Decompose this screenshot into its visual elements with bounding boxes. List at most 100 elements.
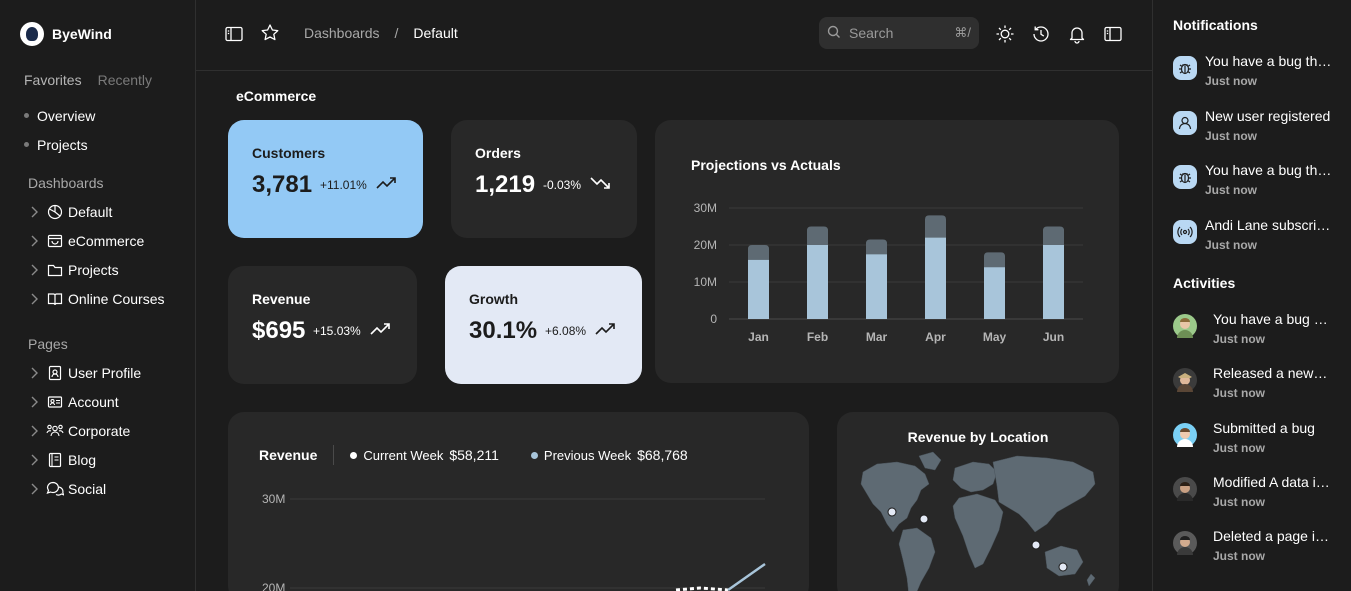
broadcast-icon <box>1173 220 1197 244</box>
kpi-label: Revenue <box>252 291 311 307</box>
sidebar-item-label: Projects <box>68 261 119 278</box>
sun-icon[interactable] <box>995 24 1015 44</box>
chevron-right-icon[interactable] <box>28 454 40 466</box>
kpi-value: 3,781 <box>252 171 313 198</box>
activity-item[interactable]: Released a new version Just now <box>1173 365 1343 408</box>
bar-projection <box>807 226 828 245</box>
x-tick-label: Apr <box>925 330 946 344</box>
sidebar-item-label: User Profile <box>68 364 142 381</box>
bar-actual <box>748 259 769 319</box>
favorite-item-overview[interactable]: Overview <box>24 101 95 130</box>
continent-south-america <box>898 527 936 591</box>
notification-time: Just now <box>1205 183 1258 197</box>
search-input[interactable]: Search ⌘/ <box>819 17 979 49</box>
avatar <box>1173 531 1197 555</box>
pages-section-label: Pages <box>28 336 68 352</box>
kpi-card-revenue[interactable]: Revenue $695 +15.03% <box>228 266 417 384</box>
bar-actual <box>866 254 887 319</box>
sidebar-item-projects[interactable]: Projects <box>28 255 165 284</box>
notification-text: Andi Lane subscribed to you <box>1205 217 1335 233</box>
chevron-right-icon[interactable] <box>28 235 40 247</box>
sidebar-item-label: Blog <box>68 451 97 468</box>
kpi-delta: +11.01% <box>320 178 367 192</box>
bar-actual <box>1043 245 1064 319</box>
avatar <box>1173 477 1197 501</box>
x-tick-label: May <box>983 330 1007 344</box>
tab-recently[interactable]: Recently <box>98 72 152 88</box>
notification-text: You have a bug that needs... <box>1205 162 1335 178</box>
continent-asia <box>992 455 1096 533</box>
bug-icon <box>1173 56 1197 80</box>
kpi-card-customers[interactable]: Customers 3,781 +11.01% <box>228 120 423 238</box>
sidebar-item-corporate[interactable]: Corporate <box>28 416 141 445</box>
book-icon <box>46 290 64 308</box>
id-card-icon <box>46 393 64 411</box>
tab-favorites[interactable]: Favorites <box>24 72 82 88</box>
kpi-label: Customers <box>252 145 326 161</box>
chevron-right-icon[interactable] <box>28 264 40 276</box>
sidebar-item-blog[interactable]: Blog <box>28 445 141 474</box>
breadcrumb-default[interactable]: Default <box>413 25 457 41</box>
activity-item[interactable]: Modified A data in Page X Just now <box>1173 474 1343 517</box>
bell-icon[interactable] <box>1067 24 1087 44</box>
favorite-item-projects[interactable]: Projects <box>24 130 95 159</box>
x-tick-label: Feb <box>807 330 828 344</box>
activity-time: Just now <box>1213 441 1266 455</box>
sidebar-item-online-courses[interactable]: Online Courses <box>28 284 165 313</box>
shopping-bag-icon <box>46 232 64 250</box>
x-tick-label: Jun <box>1043 330 1064 344</box>
history-icon[interactable] <box>1031 24 1051 44</box>
sidebar-item-user-profile[interactable]: User Profile <box>28 358 141 387</box>
bar-projection <box>866 239 887 255</box>
notification-item[interactable]: New user registered Just now <box>1173 108 1343 151</box>
activity-time: Just now <box>1213 495 1266 509</box>
sidebar-item-account[interactable]: Account <box>28 387 141 416</box>
bar-actual <box>925 237 946 319</box>
notification-item[interactable]: You have a bug that needs... Just now <box>1173 53 1343 96</box>
location-marker[interactable] <box>1031 540 1041 550</box>
trend-up-icon <box>595 323 615 335</box>
chevron-right-icon[interactable] <box>28 396 40 408</box>
kpi-delta: +15.03% <box>313 324 361 338</box>
folder-icon <box>46 261 64 279</box>
location-marker[interactable] <box>887 507 897 517</box>
chevron-right-icon[interactable] <box>28 293 40 305</box>
sidebar-item-ecommerce[interactable]: eCommerce <box>28 226 165 255</box>
activity-item[interactable]: You have a bug that needs... Just now <box>1173 311 1343 354</box>
breadcrumb-dashboards[interactable]: Dashboards <box>304 25 380 41</box>
favorite-label: Projects <box>37 136 88 153</box>
activity-item[interactable]: Deleted a page in Project X Just now <box>1173 528 1343 571</box>
notification-text: New user registered <box>1205 108 1331 124</box>
location-marker[interactable] <box>1058 562 1068 572</box>
panel-toggle-icon[interactable] <box>1103 24 1123 44</box>
chevron-right-icon[interactable] <box>28 425 40 437</box>
page-title: eCommerce <box>236 88 317 104</box>
x-tick-label: Jan <box>748 330 769 344</box>
kpi-card-growth[interactable]: Growth 30.1% +6.08% <box>445 266 642 384</box>
kpi-card-orders[interactable]: Orders 1,219 -0.03% <box>451 120 637 238</box>
sidebar-item-social[interactable]: Social <box>28 474 141 503</box>
chevron-right-icon[interactable] <box>28 206 40 218</box>
brand[interactable]: ByeWind <box>20 22 112 46</box>
location-marker[interactable] <box>919 514 929 524</box>
continent-europe <box>952 461 998 493</box>
revenue-by-location-card: Revenue by Location <box>837 412 1119 591</box>
sidebar-item-label: Default <box>68 203 113 220</box>
chevron-right-icon[interactable] <box>28 367 40 379</box>
notification-item[interactable]: You have a bug that needs... Just now <box>1173 162 1343 205</box>
activity-item[interactable]: Submitted a bug Just now <box>1173 420 1343 463</box>
avatar <box>1173 314 1197 338</box>
dashboards-nav: Default eCommerce Projects Online Course… <box>28 197 165 313</box>
x-tick-label: Mar <box>866 330 888 344</box>
revenue-line-chart: 30M 20M <box>262 492 766 591</box>
world-map <box>860 451 1096 591</box>
sidebar-toggle-icon[interactable] <box>224 24 244 44</box>
star-icon[interactable] <box>260 23 280 43</box>
sidebar-item-default[interactable]: Default <box>28 197 165 226</box>
sidebar-item-label: Social <box>68 480 107 497</box>
favorite-label: Overview <box>37 107 96 124</box>
chevron-right-icon[interactable] <box>28 483 40 495</box>
search-shortcut: ⌘/ <box>954 25 971 40</box>
bar-actual <box>807 245 828 319</box>
notification-item[interactable]: Andi Lane subscribed to you Just now <box>1173 217 1343 260</box>
